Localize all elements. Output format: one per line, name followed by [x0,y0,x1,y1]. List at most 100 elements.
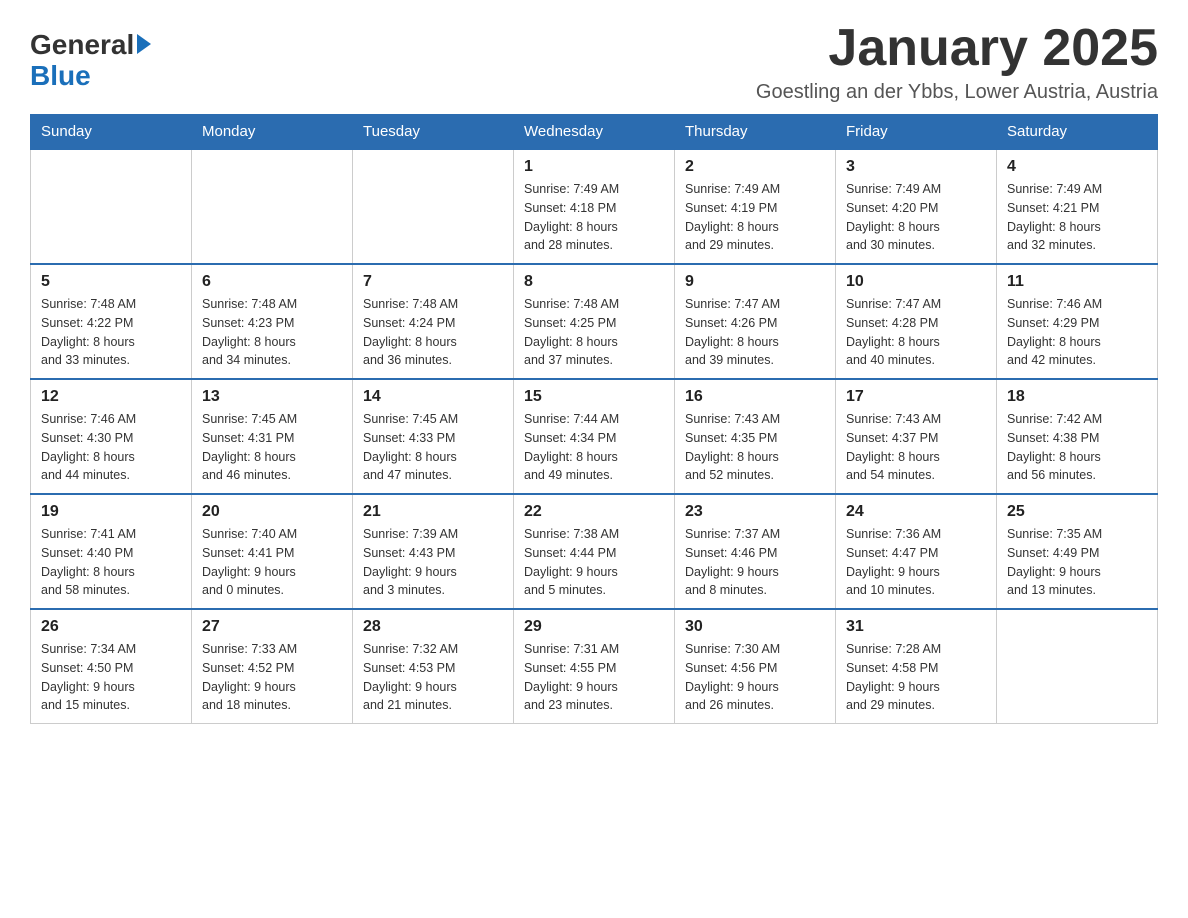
calendar-cell: 3 Sunrise: 7:49 AM Sunset: 4:20 PM Daylig… [836,149,997,264]
weekday-header-thursday: Thursday [675,115,836,150]
calendar-cell [997,609,1158,724]
month-title: January 2025 [756,20,1158,77]
calendar-cell: 9 Sunrise: 7:47 AM Sunset: 4:26 PM Daylig… [675,264,836,379]
day-info: Sunrise: 7:48 AM Sunset: 4:25 PM Dayligh… [524,295,664,370]
day-number: 13 [202,388,342,406]
calendar-cell: 21 Sunrise: 7:39 AM Sunset: 4:43 PM Dayli… [353,494,514,609]
calendar-cell: 25 Sunrise: 7:35 AM Sunset: 4:49 PM Dayli… [997,494,1158,609]
calendar-cell: 19 Sunrise: 7:41 AM Sunset: 4:40 PM Dayli… [31,494,192,609]
calendar-cell [31,149,192,264]
day-number: 7 [363,273,503,291]
day-number: 23 [685,503,825,521]
day-info: Sunrise: 7:49 AM Sunset: 4:19 PM Dayligh… [685,180,825,255]
day-number: 5 [41,273,181,291]
calendar-cell: 10 Sunrise: 7:47 AM Sunset: 4:28 PM Dayli… [836,264,997,379]
day-info: Sunrise: 7:45 AM Sunset: 4:31 PM Dayligh… [202,410,342,485]
calendar-cell: 20 Sunrise: 7:40 AM Sunset: 4:41 PM Dayli… [192,494,353,609]
logo-triangle-icon [137,34,151,54]
weekday-header-tuesday: Tuesday [353,115,514,150]
weekday-header-monday: Monday [192,115,353,150]
day-number: 30 [685,618,825,636]
day-number: 25 [1007,503,1147,521]
calendar-table: SundayMondayTuesdayWednesdayThursdayFrid… [30,114,1158,724]
day-info: Sunrise: 7:31 AM Sunset: 4:55 PM Dayligh… [524,640,664,715]
calendar-cell: 4 Sunrise: 7:49 AM Sunset: 4:21 PM Daylig… [997,149,1158,264]
calendar-week-row: 1Sunrise: 7:49 AM Sunset: 4:18 PM Daylig… [31,149,1158,264]
calendar-week-row: 19 Sunrise: 7:41 AM Sunset: 4:40 PM Dayli… [31,494,1158,609]
day-info: Sunrise: 7:30 AM Sunset: 4:56 PM Dayligh… [685,640,825,715]
weekday-header-friday: Friday [836,115,997,150]
day-info: Sunrise: 7:49 AM Sunset: 4:18 PM Dayligh… [524,180,664,255]
calendar-cell: 2Sunrise: 7:49 AM Sunset: 4:19 PM Daylig… [675,149,836,264]
day-number: 16 [685,388,825,406]
weekday-header-row: SundayMondayTuesdayWednesdayThursdayFrid… [31,115,1158,150]
day-number: 10 [846,273,986,291]
day-number: 17 [846,388,986,406]
calendar-cell: 8 Sunrise: 7:48 AM Sunset: 4:25 PM Daylig… [514,264,675,379]
day-number: 6 [202,273,342,291]
calendar-cell: 12Sunrise: 7:46 AM Sunset: 4:30 PM Dayli… [31,379,192,494]
day-number: 9 [685,273,825,291]
day-info: Sunrise: 7:49 AM Sunset: 4:20 PM Dayligh… [846,180,986,255]
day-info: Sunrise: 7:37 AM Sunset: 4:46 PM Dayligh… [685,525,825,600]
day-number: 26 [41,618,181,636]
day-info: Sunrise: 7:45 AM Sunset: 4:33 PM Dayligh… [363,410,503,485]
logo-blue-text: Blue [30,61,151,92]
day-info: Sunrise: 7:43 AM Sunset: 4:37 PM Dayligh… [846,410,986,485]
logo: General Blue [30,30,151,92]
day-number: 19 [41,503,181,521]
calendar-cell: 16 Sunrise: 7:43 AM Sunset: 4:35 PM Dayli… [675,379,836,494]
location-subtitle: Goestling an der Ybbs, Lower Austria, Au… [756,81,1158,104]
weekday-header-sunday: Sunday [31,115,192,150]
day-number: 28 [363,618,503,636]
day-number: 24 [846,503,986,521]
calendar-cell: 29 Sunrise: 7:31 AM Sunset: 4:55 PM Dayli… [514,609,675,724]
day-number: 4 [1007,158,1147,176]
calendar-cell: 7Sunrise: 7:48 AM Sunset: 4:24 PM Daylig… [353,264,514,379]
calendar-cell: 17 Sunrise: 7:43 AM Sunset: 4:37 PM Dayli… [836,379,997,494]
day-number: 3 [846,158,986,176]
day-info: Sunrise: 7:40 AM Sunset: 4:41 PM Dayligh… [202,525,342,600]
calendar-cell: 24 Sunrise: 7:36 AM Sunset: 4:47 PM Dayli… [836,494,997,609]
calendar-cell: 26 Sunrise: 7:34 AM Sunset: 4:50 PM Dayli… [31,609,192,724]
calendar-cell: 11 Sunrise: 7:46 AM Sunset: 4:29 PM Dayli… [997,264,1158,379]
calendar-week-row: 26 Sunrise: 7:34 AM Sunset: 4:50 PM Dayli… [31,609,1158,724]
day-info: Sunrise: 7:33 AM Sunset: 4:52 PM Dayligh… [202,640,342,715]
calendar-cell: 23 Sunrise: 7:37 AM Sunset: 4:46 PM Dayli… [675,494,836,609]
day-info: Sunrise: 7:46 AM Sunset: 4:30 PM Dayligh… [41,410,181,485]
day-info: Sunrise: 7:28 AM Sunset: 4:58 PM Dayligh… [846,640,986,715]
calendar-cell: 14Sunrise: 7:45 AM Sunset: 4:33 PM Dayli… [353,379,514,494]
day-info: Sunrise: 7:39 AM Sunset: 4:43 PM Dayligh… [363,525,503,600]
day-number: 11 [1007,273,1147,291]
calendar-cell: 27Sunrise: 7:33 AM Sunset: 4:52 PM Dayli… [192,609,353,724]
day-info: Sunrise: 7:48 AM Sunset: 4:22 PM Dayligh… [41,295,181,370]
calendar-cell: 18Sunrise: 7:42 AM Sunset: 4:38 PM Dayli… [997,379,1158,494]
day-info: Sunrise: 7:34 AM Sunset: 4:50 PM Dayligh… [41,640,181,715]
day-number: 21 [363,503,503,521]
day-info: Sunrise: 7:38 AM Sunset: 4:44 PM Dayligh… [524,525,664,600]
calendar-cell [192,149,353,264]
day-number: 8 [524,273,664,291]
day-number: 20 [202,503,342,521]
day-info: Sunrise: 7:49 AM Sunset: 4:21 PM Dayligh… [1007,180,1147,255]
day-info: Sunrise: 7:36 AM Sunset: 4:47 PM Dayligh… [846,525,986,600]
weekday-header-wednesday: Wednesday [514,115,675,150]
day-number: 18 [1007,388,1147,406]
day-info: Sunrise: 7:47 AM Sunset: 4:26 PM Dayligh… [685,295,825,370]
calendar-cell: 1Sunrise: 7:49 AM Sunset: 4:18 PM Daylig… [514,149,675,264]
calendar-week-row: 5 Sunrise: 7:48 AM Sunset: 4:22 PM Daylig… [31,264,1158,379]
day-info: Sunrise: 7:47 AM Sunset: 4:28 PM Dayligh… [846,295,986,370]
calendar-cell [353,149,514,264]
calendar-cell: 28Sunrise: 7:32 AM Sunset: 4:53 PM Dayli… [353,609,514,724]
day-info: Sunrise: 7:41 AM Sunset: 4:40 PM Dayligh… [41,525,181,600]
day-info: Sunrise: 7:46 AM Sunset: 4:29 PM Dayligh… [1007,295,1147,370]
calendar-cell: 30 Sunrise: 7:30 AM Sunset: 4:56 PM Dayli… [675,609,836,724]
day-number: 29 [524,618,664,636]
page-header: General Blue January 2025 Goestling an d… [30,20,1158,104]
day-info: Sunrise: 7:35 AM Sunset: 4:49 PM Dayligh… [1007,525,1147,600]
day-info: Sunrise: 7:43 AM Sunset: 4:35 PM Dayligh… [685,410,825,485]
day-number: 15 [524,388,664,406]
calendar-cell: 22Sunrise: 7:38 AM Sunset: 4:44 PM Dayli… [514,494,675,609]
calendar-cell: 5 Sunrise: 7:48 AM Sunset: 4:22 PM Daylig… [31,264,192,379]
calendar-cell: 13 Sunrise: 7:45 AM Sunset: 4:31 PM Dayli… [192,379,353,494]
